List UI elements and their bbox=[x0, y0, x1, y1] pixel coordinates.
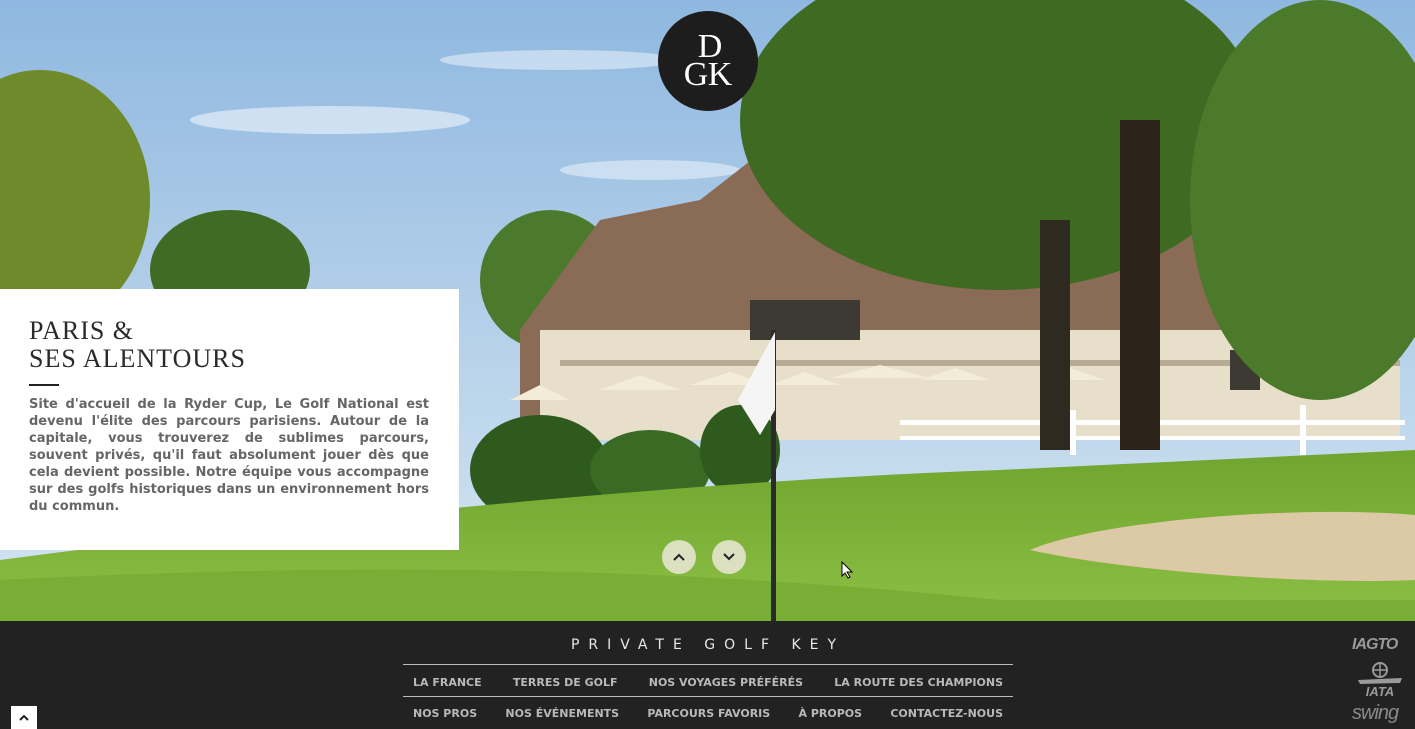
menu-item-nos-pros[interactable]: NOS PROS bbox=[413, 707, 477, 720]
chevron-up-icon bbox=[19, 714, 29, 721]
footer-brand: PRIVATE GOLF KEY bbox=[570, 637, 846, 653]
menu-divider-top bbox=[403, 664, 1013, 665]
logo-letter-g: G bbox=[684, 56, 709, 93]
menu-item-route-des-champions[interactable]: LA ROUTE DES CHAMPIONS bbox=[834, 676, 1003, 689]
iata-label: IATA bbox=[1366, 684, 1394, 698]
footer-menu-row1: LA FRANCE TERRES DE GOLF NOS VOYAGES PRÉ… bbox=[403, 676, 1013, 689]
menu-divider-middle bbox=[403, 696, 1013, 697]
partner-iata-logo[interactable]: IATA bbox=[1356, 662, 1404, 699]
menu-item-parcours-favoris[interactable]: PARCOURS FAVORIS bbox=[647, 707, 770, 720]
logo-letter-k: K bbox=[708, 56, 733, 93]
feature-title: PARIS & SES ALENTOURS bbox=[29, 317, 246, 373]
footer-menu-row2: NOS PROS NOS ÉVÉNEMENTS PARCOURS FAVORIS… bbox=[403, 707, 1013, 720]
feature-description: Site d'accueil de la Ryder Cup, Le Golf … bbox=[29, 397, 429, 514]
menu-item-a-propos[interactable]: À PROPOS bbox=[798, 707, 862, 720]
menu-item-contactez-nous[interactable]: CONTACTEZ-NOUS bbox=[890, 707, 1003, 720]
feature-title-line2: SES ALENTOURS bbox=[29, 344, 246, 373]
partner-iagto-logo[interactable]: IAGTO bbox=[1352, 636, 1398, 654]
chevron-down-icon bbox=[723, 553, 735, 561]
menu-item-la-france[interactable]: LA FRANCE bbox=[413, 676, 482, 689]
logo[interactable]: D G K bbox=[658, 11, 758, 111]
mouse-cursor-icon bbox=[841, 561, 853, 579]
menu-item-nos-evenements[interactable]: NOS ÉVÉNEMENTS bbox=[505, 707, 619, 720]
scroll-top-button[interactable] bbox=[11, 706, 37, 729]
menu-item-nos-voyages[interactable]: NOS VOYAGES PRÉFÉRÉS bbox=[649, 676, 803, 689]
feature-divider bbox=[29, 384, 59, 386]
partner-swing-logo[interactable]: swing bbox=[1352, 702, 1399, 725]
iata-globe-icon: IATA bbox=[1358, 662, 1402, 699]
slider-next-button[interactable] bbox=[712, 540, 746, 574]
menu-item-terres-de-golf[interactable]: TERRES DE GOLF bbox=[513, 676, 618, 689]
chevron-up-icon bbox=[673, 553, 685, 561]
feature-title-line1: PARIS & bbox=[29, 316, 135, 345]
slider-prev-button[interactable] bbox=[662, 540, 696, 574]
logo-monogram-icon: D G K bbox=[684, 28, 733, 93]
